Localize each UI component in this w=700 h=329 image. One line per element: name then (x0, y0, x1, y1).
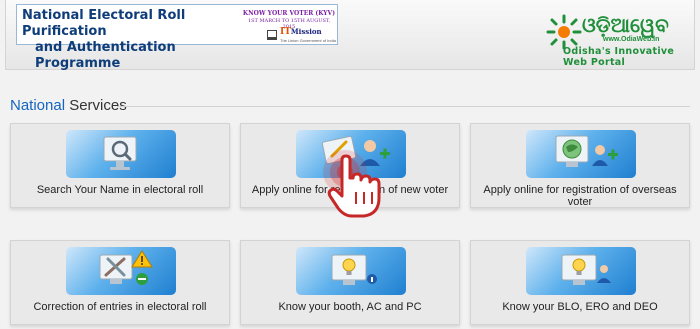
odiaweb-tagline: Odisha's Innovative Web Portal (563, 46, 675, 68)
tile-image (296, 247, 406, 295)
it-mission-sub: The Union Government of India (280, 38, 336, 43)
tile-know-officers[interactable]: Know your BLO, ERO and DEO (470, 240, 690, 325)
tile-image (66, 247, 176, 295)
banner-title-line1: National Electoral Roll Purification (22, 8, 186, 39)
tile-image (526, 247, 636, 295)
tile-label: Apply online for registration of oversea… (483, 184, 677, 208)
section-title-accent: National (10, 97, 66, 114)
section-title: National Services (10, 97, 127, 114)
tile-correction-entries[interactable]: Correction of entries in electoral roll (10, 240, 230, 325)
banner-title-line2: and Authentication Programme (35, 40, 176, 71)
correction-tools-icon (99, 250, 153, 285)
odiaweb-script-name[interactable]: ଓଡ଼ିଆୱେବ (582, 13, 669, 37)
nerpap-banner[interactable]: National Electoral Roll Purification and… (16, 4, 338, 71)
booth-info-icon (331, 254, 377, 285)
tile-register-overseas-voter[interactable]: Apply online for registration of oversea… (470, 123, 690, 208)
tile-know-booth[interactable]: Know your booth, AC and PC (240, 240, 460, 325)
tile-label: Know your booth, AC and PC (278, 301, 422, 313)
pointer-hand-icon (323, 150, 381, 218)
overseas-voter-icon (555, 135, 618, 167)
it-mission-logo: ITMission (280, 27, 322, 37)
site-header: National Electoral Roll Purification and… (5, 0, 695, 71)
tile-image (66, 130, 176, 178)
campaign-name: KNOW YOUR VOTER (KYV) (242, 10, 336, 17)
odiaweb-url: www.OdiaWeb.in (603, 36, 660, 43)
tile-search-name[interactable]: Search Your Name in electoral roll (10, 123, 230, 208)
tile-label: Search Your Name in electoral roll (36, 184, 204, 196)
tile-image (526, 130, 636, 178)
tile-label: Correction of entries in electoral roll (33, 301, 207, 313)
it-mission-prefix: IT (280, 27, 291, 37)
computer-icon (267, 30, 277, 40)
it-mission-name: Mission (290, 27, 322, 36)
section-divider (117, 106, 690, 107)
search-magnifier-icon (103, 136, 137, 170)
tile-label: Know your BLO, ERO and DEO (502, 301, 658, 313)
officer-info-icon (561, 254, 611, 285)
banner-title: National Electoral Roll Purification and… (22, 8, 237, 72)
